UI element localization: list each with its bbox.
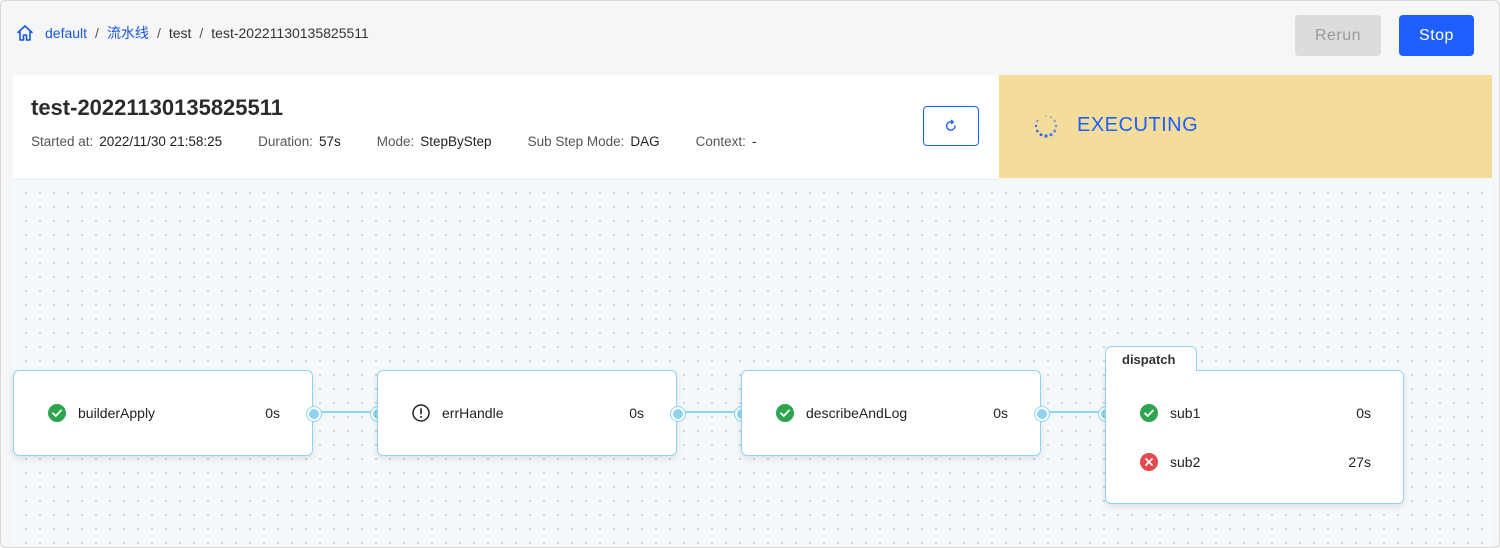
stop-button[interactable]: Stop [1399, 15, 1474, 56]
meta-value: 2022/11/30 21:58:25 [99, 134, 223, 149]
meta-started-at: Started at: 2022/11/30 21:58:25 [31, 134, 222, 149]
breadcrumb-item-pipeline[interactable]: 流水线 [107, 23, 149, 43]
breadcrumb-separator: / [156, 25, 161, 41]
substep-row-sub1[interactable]: sub1 0s [1106, 401, 1403, 425]
step-duration: 0s [265, 405, 280, 421]
meta-sub-step-mode: Sub Step Mode: DAG [528, 134, 660, 149]
rerun-button[interactable]: Rerun [1295, 15, 1381, 56]
edge-builderApply-errHandle [313, 411, 377, 413]
output-port[interactable] [671, 407, 685, 421]
substep-duration: 0s [1356, 405, 1371, 421]
home-icon[interactable] [15, 23, 35, 43]
substep-duration: 27s [1348, 454, 1371, 470]
check-circle-icon [1140, 404, 1158, 422]
status-panel: EXECUTING [999, 75, 1492, 178]
step-node-describeAndLog[interactable]: describeAndLog 0s [741, 370, 1041, 456]
output-port[interactable] [307, 407, 321, 421]
page-title: test-20221130135825511 [31, 95, 284, 120]
meta-mode: Mode: StepByStep [377, 134, 492, 149]
step-name: errHandle [442, 405, 504, 421]
output-port[interactable] [1035, 407, 1049, 421]
meta-value: - [751, 134, 757, 149]
meta-value: DAG [630, 134, 660, 149]
step-row: builderApply 0s [14, 401, 312, 425]
meta-duration: Duration: 57s [258, 134, 341, 149]
meta-value: StepByStep [420, 134, 492, 149]
substep-name: sub2 [1170, 454, 1201, 470]
step-name: describeAndLog [806, 405, 908, 421]
x-circle-icon [1140, 453, 1158, 471]
step-row: errHandle 0s [378, 401, 676, 425]
loading-spinner-icon [1034, 114, 1058, 138]
breadcrumb-separator: / [95, 25, 99, 41]
breadcrumb-item-run: test-20221130135825511 [211, 25, 369, 41]
meta-label: Started at: [31, 134, 94, 149]
check-circle-icon [776, 404, 794, 422]
run-header: test-20221130135825511 Started at: 2022/1… [13, 75, 999, 180]
step-row: describeAndLog 0s [742, 401, 1040, 425]
step-duration: 0s [993, 405, 1008, 421]
meta-label: Sub Step Mode: [527, 134, 625, 149]
step-name: builderApply [78, 405, 156, 421]
meta-value: 57s [318, 134, 341, 149]
meta-label: Mode: [376, 134, 415, 149]
refresh-button[interactable] [923, 106, 979, 146]
step-node-builderApply[interactable]: builderApply 0s [13, 370, 313, 456]
breadcrumb-item-default[interactable]: default [45, 25, 87, 41]
step-node-errHandle[interactable]: errHandle 0s [377, 370, 677, 456]
meta-label: Context: [695, 134, 746, 149]
workflow-run-page: default / 流水线 / test / test-202211301358… [0, 0, 1500, 548]
check-circle-icon [48, 404, 66, 422]
breadcrumb-item-test: test [168, 25, 192, 41]
exclamation-circle-icon [412, 404, 430, 422]
edge-errHandle-describeAndLog [677, 411, 741, 413]
edge-describeAndLog-dispatch [1041, 411, 1105, 413]
step-group-dispatch[interactable]: sub1 0s sub2 27s [1105, 370, 1404, 504]
group-tab-joint [1106, 369, 1196, 372]
step-duration: 0s [629, 405, 644, 421]
run-meta: Started at: 2022/11/30 21:58:25 Duration:… [31, 134, 792, 149]
refresh-icon [945, 119, 956, 131]
breadcrumb-separator: / [199, 25, 204, 41]
workflow-graph-canvas[interactable]: builderApply 0s errHandle 0s describeAnd… [13, 180, 1492, 547]
status-label: EXECUTING [1077, 114, 1199, 136]
breadcrumb: default / 流水线 / test / test-202211301358… [15, 23, 369, 43]
meta-context: Context: - [696, 134, 757, 149]
substep-name: sub1 [1170, 405, 1201, 421]
substep-row-sub2[interactable]: sub2 27s [1106, 450, 1403, 474]
meta-label: Duration: [258, 134, 313, 149]
